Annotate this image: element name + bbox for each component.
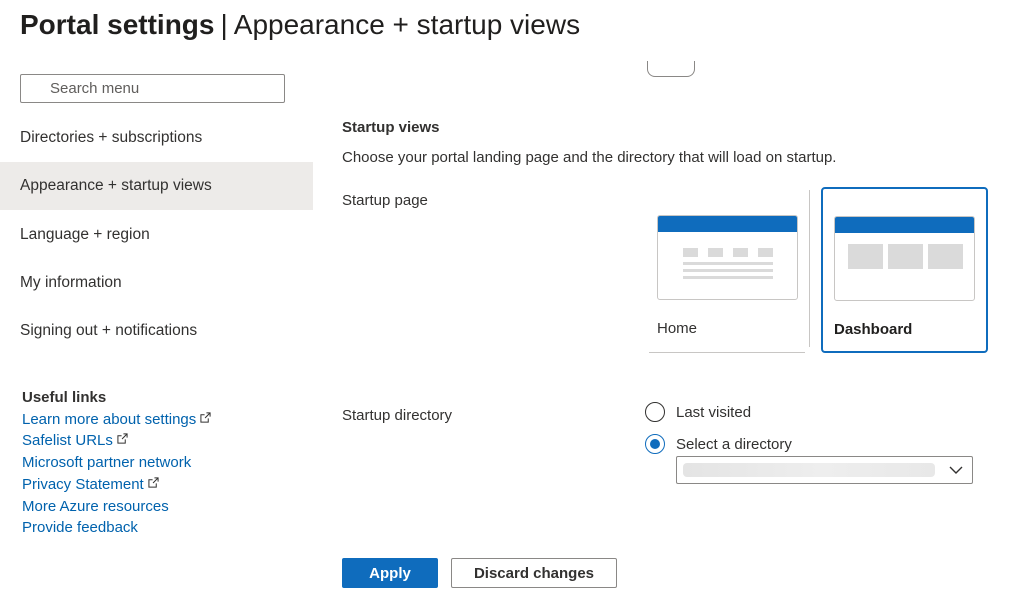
link-label: Microsoft partner network — [22, 454, 192, 471]
page-title-separator: | — [220, 9, 228, 40]
link-label: Provide feedback — [22, 519, 138, 536]
link-more-azure-resources[interactable]: More Azure resources — [22, 498, 169, 516]
startup-page-option-dashboard[interactable]: Dashboard — [821, 187, 988, 353]
sidebar-item-directories-subscriptions[interactable]: Directories + subscriptions — [0, 114, 313, 162]
apply-button[interactable]: Apply — [342, 558, 438, 588]
directory-dropdown[interactable] — [676, 456, 973, 484]
search-menu-input[interactable] — [21, 75, 284, 102]
scrolled-toggle-remnant — [647, 61, 695, 77]
radio-label: Select a directory — [676, 435, 792, 453]
card-divider — [809, 190, 810, 347]
section-title-startup-views: Startup views — [342, 119, 440, 136]
sidebar-item-my-information[interactable]: My information — [0, 259, 313, 307]
external-link-icon — [200, 412, 211, 423]
sidebar-item-appearance-startup-views[interactable]: Appearance + startup views — [0, 162, 313, 210]
dashboard-layout-thumbnail-icon — [834, 216, 975, 301]
radio-select-a-directory[interactable]: Select a directory — [645, 434, 792, 454]
sidebar-item-language-region[interactable]: Language + region — [0, 211, 313, 259]
link-label: Safelist URLs — [22, 432, 113, 449]
radio-label: Last visited — [676, 403, 752, 421]
external-link-icon — [148, 477, 159, 488]
chevron-down-icon — [949, 466, 963, 474]
directory-dropdown-value — [683, 463, 935, 477]
sidebar-item-label: Language + region — [20, 226, 150, 243]
link-learn-more-about-settings[interactable]: Learn more about settings — [22, 411, 211, 429]
dashboard-option-label: Dashboard — [834, 321, 913, 338]
link-label: Learn more about settings — [22, 411, 197, 428]
sidebar-item-label: Signing out + notifications — [20, 322, 198, 339]
startup-page-option-home[interactable]: Home — [649, 187, 805, 353]
sidebar-item-label: My information — [20, 274, 122, 291]
home-option-label: Home — [657, 320, 698, 337]
radio-unchecked-icon[interactable] — [645, 402, 665, 422]
link-label: Privacy Statement — [22, 476, 144, 493]
startup-page-label: Startup page — [342, 192, 428, 209]
external-link-icon — [117, 433, 128, 444]
sidebar-item-label: Appearance + startup views — [20, 177, 212, 194]
sidebar-item-signing-out-notifications[interactable]: Signing out + notifications — [0, 307, 313, 355]
startup-directory-label: Startup directory — [342, 407, 453, 424]
sidebar-item-label: Directories + subscriptions — [20, 129, 203, 146]
radio-last-visited[interactable]: Last visited — [645, 402, 751, 422]
useful-links-title: Useful links — [22, 389, 107, 406]
link-microsoft-partner-network[interactable]: Microsoft partner network — [22, 454, 191, 472]
page-title-main: Portal settings — [20, 9, 215, 40]
section-description: Choose your portal landing page and the … — [342, 149, 837, 166]
page-title-sub: Appearance + startup views — [233, 9, 581, 40]
link-provide-feedback[interactable]: Provide feedback — [22, 519, 138, 537]
link-label: More Azure resources — [22, 498, 169, 515]
radio-checked-icon[interactable] — [645, 434, 665, 454]
search-menu-box[interactable] — [20, 74, 285, 103]
link-safelist-urls[interactable]: Safelist URLs — [22, 432, 128, 450]
discard-changes-button[interactable]: Discard changes — [451, 558, 617, 588]
page-title: Portal settings | Appearance + startup vie… — [20, 7, 580, 43]
home-layout-thumbnail-icon — [657, 215, 798, 300]
link-privacy-statement[interactable]: Privacy Statement — [22, 476, 159, 494]
